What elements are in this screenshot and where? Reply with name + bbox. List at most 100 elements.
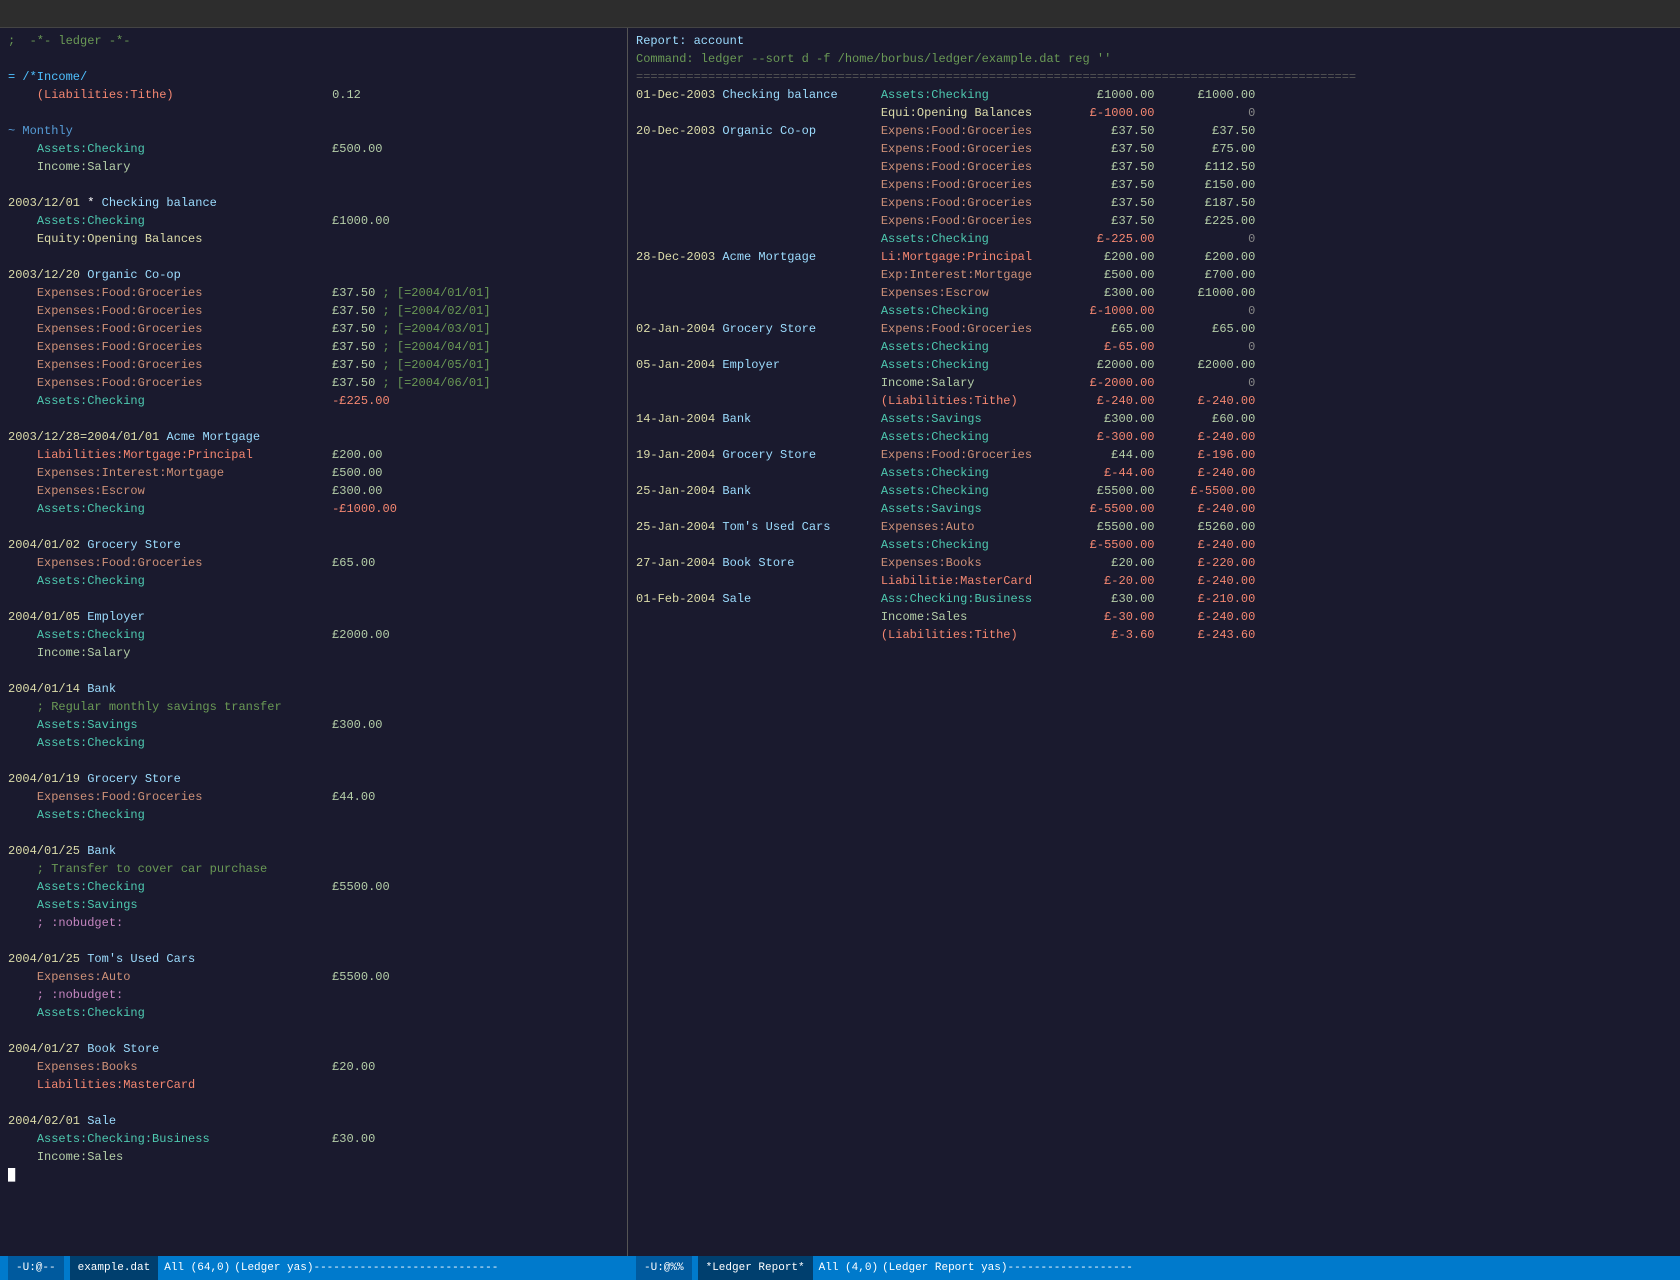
left-line: Assets:Checking — [8, 734, 619, 752]
left-line: ; Regular monthly savings transfer — [8, 698, 619, 716]
left-line: Assets:Checking -£225.00 — [8, 392, 619, 410]
left-line: 2003/12/28=2004/01/01 Acme Mortgage — [8, 428, 619, 446]
left-line: Assets:Checking:Business £30.00 — [8, 1130, 619, 1148]
left-pane[interactable]: ; -*- ledger -*- = /*Income/ (Liabilitie… — [0, 28, 628, 1256]
left-line: Income:Salary — [8, 644, 619, 662]
left-line: ; Transfer to cover car purchase — [8, 860, 619, 878]
left-line: Expenses:Food:Groceries £37.50 ; [=2004/… — [8, 284, 619, 302]
left-line: 2004/01/19 Grocery Store — [8, 770, 619, 788]
report-row: 28-Dec-2003 Acme Mortgage Li:Mortgage:Pr… — [636, 248, 1672, 266]
left-filename: example.dat — [70, 1256, 159, 1280]
left-line: ; -*- ledger -*- — [8, 32, 619, 50]
left-line: █ — [8, 1166, 619, 1184]
report-row: Assets:Savings £-5500.00 £-240.00 — [636, 500, 1672, 518]
left-line: Assets:Checking — [8, 806, 619, 824]
left-line: Expenses:Food:Groceries £37.50 ; [=2004/… — [8, 338, 619, 356]
report-row: 27-Jan-2004 Book Store Expenses:Books £2… — [636, 554, 1672, 572]
left-line: Assets:Checking — [8, 1004, 619, 1022]
report-header: Report: account — [636, 32, 1672, 50]
left-line: 2004/01/25 Tom's Used Cars — [8, 950, 619, 968]
left-line: Liabilities:MasterCard — [8, 1076, 619, 1094]
report-row: 20-Dec-2003 Organic Co-op Expens:Food:Gr… — [636, 122, 1672, 140]
left-line — [8, 104, 619, 122]
report-row: Liabilitie:MasterCard £-20.00 £-240.00 — [636, 572, 1672, 590]
report-row: Equi:Opening Balances £-1000.00 0 — [636, 104, 1672, 122]
right-pane[interactable]: Report: accountCommand: ledger --sort d … — [628, 28, 1680, 1256]
left-line: 2004/01/27 Book Store — [8, 1040, 619, 1058]
report-row: 05-Jan-2004 Employer Assets:Checking £20… — [636, 356, 1672, 374]
left-line: Expenses:Food:Groceries £37.50 ; [=2004/… — [8, 320, 619, 338]
report-command: Command: ledger --sort d -f /home/borbus… — [636, 50, 1672, 68]
left-line — [8, 176, 619, 194]
report-row: 02-Jan-2004 Grocery Store Expens:Food:Gr… — [636, 320, 1672, 338]
left-line — [8, 590, 619, 608]
left-line: ; :nobudget: — [8, 986, 619, 1004]
right-mode: -U:@%% — [636, 1256, 692, 1280]
report-row: Assets:Checking £-1000.00 0 — [636, 302, 1672, 320]
left-line: 2004/02/01 Sale — [8, 1112, 619, 1130]
left-mode-name: (Ledger yas)---------------------------- — [234, 1262, 498, 1274]
left-line: 2003/12/01 * Checking balance — [8, 194, 619, 212]
left-line: Assets:Savings — [8, 896, 619, 914]
left-line — [8, 50, 619, 68]
left-line: Assets:Checking £500.00 — [8, 140, 619, 158]
left-line: Income:Salary — [8, 158, 619, 176]
report-row: Assets:Checking £-65.00 0 — [636, 338, 1672, 356]
title-bar — [0, 0, 1680, 28]
left-line — [8, 932, 619, 950]
report-row: Assets:Checking £-225.00 0 — [636, 230, 1672, 248]
left-line: Expenses:Food:Groceries £65.00 — [8, 554, 619, 572]
left-line: 2004/01/02 Grocery Store — [8, 536, 619, 554]
left-line: Equity:Opening Balances — [8, 230, 619, 248]
report-row: 19-Jan-2004 Grocery Store Expens:Food:Gr… — [636, 446, 1672, 464]
report-row: Income:Sales £-30.00 £-240.00 — [636, 608, 1672, 626]
right-mode-name: (Ledger Report yas)------------------- — [882, 1262, 1133, 1274]
left-line — [8, 248, 619, 266]
left-line — [8, 662, 619, 680]
report-row: Assets:Checking £-5500.00 £-240.00 — [636, 536, 1672, 554]
report-row: (Liabilities:Tithe) £-3.60 £-243.60 — [636, 626, 1672, 644]
report-row: Exp:Interest:Mortgage £500.00 £700.00 — [636, 266, 1672, 284]
left-line: ~ Monthly — [8, 122, 619, 140]
status-bar-left: -U:@-- example.dat All (64,0) (Ledger ya… — [8, 1256, 636, 1280]
report-divider: ========================================… — [636, 68, 1672, 86]
status-bar: -U:@-- example.dat All (64,0) (Ledger ya… — [0, 1256, 1680, 1280]
left-position: All (64,0) — [164, 1262, 230, 1274]
left-line: (Liabilities:Tithe) 0.12 — [8, 86, 619, 104]
left-line: Expenses:Auto £5500.00 — [8, 968, 619, 986]
left-line: Expenses:Escrow £300.00 — [8, 482, 619, 500]
right-filename: *Ledger Report* — [698, 1256, 813, 1280]
report-row: Expens:Food:Groceries £37.50 £75.00 — [636, 140, 1672, 158]
left-line: 2004/01/25 Bank — [8, 842, 619, 860]
report-row: Expens:Food:Groceries £37.50 £150.00 — [636, 176, 1672, 194]
left-line: Assets:Checking -£1000.00 — [8, 500, 619, 518]
report-row: Assets:Checking £-44.00 £-240.00 — [636, 464, 1672, 482]
left-line: Liabilities:Mortgage:Principal £200.00 — [8, 446, 619, 464]
left-line: Assets:Checking — [8, 572, 619, 590]
left-line: 2003/12/20 Organic Co-op — [8, 266, 619, 284]
left-line — [8, 824, 619, 842]
left-line: Expenses:Books £20.00 — [8, 1058, 619, 1076]
left-line: 2004/01/14 Bank — [8, 680, 619, 698]
left-line: Expenses:Food:Groceries £37.50 ; [=2004/… — [8, 374, 619, 392]
report-row: 25-Jan-2004 Bank Assets:Checking £5500.0… — [636, 482, 1672, 500]
left-mode: -U:@-- — [8, 1256, 64, 1280]
report-row: 25-Jan-2004 Tom's Used Cars Expenses:Aut… — [636, 518, 1672, 536]
report-row: Assets:Checking £-300.00 £-240.00 — [636, 428, 1672, 446]
left-line: Expenses:Food:Groceries £37.50 ; [=2004/… — [8, 302, 619, 320]
left-line — [8, 410, 619, 428]
left-line: Assets:Savings £300.00 — [8, 716, 619, 734]
status-bar-right: -U:@%% *Ledger Report* All (4,0) (Ledger… — [636, 1256, 1672, 1280]
left-line: ; :nobudget: — [8, 914, 619, 932]
left-line: = /*Income/ — [8, 68, 619, 86]
right-position: All (4,0) — [819, 1262, 878, 1274]
report-row: Income:Salary £-2000.00 0 — [636, 374, 1672, 392]
left-line: Assets:Checking £2000.00 — [8, 626, 619, 644]
left-line: Expenses:Food:Groceries £44.00 — [8, 788, 619, 806]
left-line — [8, 1094, 619, 1112]
left-line: Income:Sales — [8, 1148, 619, 1166]
left-line — [8, 752, 619, 770]
report-row: Expenses:Escrow £300.00 £1000.00 — [636, 284, 1672, 302]
report-row: 01-Feb-2004 Sale Ass:Checking:Business £… — [636, 590, 1672, 608]
report-row: Expens:Food:Groceries £37.50 £112.50 — [636, 158, 1672, 176]
